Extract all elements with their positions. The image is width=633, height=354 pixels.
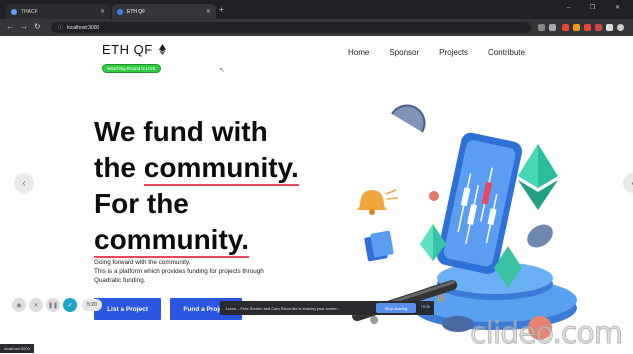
camera-icon[interactable]: ◉ xyxy=(12,298,26,312)
tab-title: THACF xyxy=(21,8,38,15)
carousel-prev-button[interactable]: ‹ xyxy=(14,173,34,193)
logo-text: ETH QF xyxy=(102,42,153,57)
underlined-word: community. xyxy=(143,150,299,186)
window-controls[interactable]: – ❐ ✕ xyxy=(567,4,629,11)
address-bar-row: ← → ↻ ⓘ localhost:3000 xyxy=(0,19,633,36)
stop-sharing-button[interactable]: Stop sharing xyxy=(376,303,416,313)
reload-icon[interactable]: ↻ xyxy=(34,22,41,31)
share-icon[interactable] xyxy=(538,24,545,31)
list-project-button[interactable]: List a Project xyxy=(94,298,161,320)
extension-icon[interactable] xyxy=(584,24,591,31)
tab-bar: THACF ✕ ETH QF ✕ + – ❐ ✕ xyxy=(0,0,633,19)
check-icon[interactable]: ✓ xyxy=(63,298,77,312)
headline-word: the xyxy=(94,152,144,183)
puzzle-icon[interactable] xyxy=(606,24,613,31)
close-tab-icon[interactable]: ✕ xyxy=(206,8,211,15)
star-icon[interactable] xyxy=(549,24,556,31)
forward-icon[interactable]: → xyxy=(20,22,28,31)
pause-icon[interactable]: ❚❚ xyxy=(46,298,60,312)
recording-timer: 5:20 xyxy=(82,299,102,311)
profile-icon[interactable] xyxy=(617,24,624,31)
nav-contribute[interactable]: Contribute xyxy=(488,48,525,57)
browser-window: THACF ✕ ETH QF ✕ + – ❐ ✕ ← → ↻ ⓘ localho… xyxy=(0,0,633,354)
extension-icon[interactable] xyxy=(562,24,569,31)
recorder-controls: ◉ ✕ ❚❚ ✓ 5:20 xyxy=(12,298,102,312)
extension-icon[interactable] xyxy=(573,24,580,31)
description-line: Going forward with the community. xyxy=(94,259,191,266)
bell-icon xyxy=(357,189,399,215)
url-field[interactable]: ⓘ localhost:3000 xyxy=(51,22,531,33)
hero-description: Going forward with the community. This i… xyxy=(94,258,324,285)
nav-projects[interactable]: Projects xyxy=(439,48,468,57)
new-tab-button[interactable]: + xyxy=(219,5,224,14)
info-icon[interactable]: ⓘ xyxy=(58,24,63,31)
extension-icon[interactable] xyxy=(595,24,602,31)
underlined-word: community. xyxy=(94,222,250,258)
mouse-cursor-icon: ↖ xyxy=(219,67,225,74)
close-tab-icon[interactable]: ✕ xyxy=(100,8,105,15)
headline-line-2: the community. xyxy=(94,150,299,186)
favicon-icon xyxy=(11,8,17,15)
browser-tab-active[interactable]: ETH QF ✕ xyxy=(112,4,216,19)
nav-sponsor[interactable]: Sponsor xyxy=(389,48,419,57)
hide-button[interactable]: Hide xyxy=(421,304,430,309)
share-message: Loom – Free Screen and Cam Recorder is s… xyxy=(226,305,339,311)
description-line: This is a platform which provides fundin… xyxy=(94,268,264,275)
url-text: localhost:3000 xyxy=(67,24,100,31)
back-icon[interactable]: ← xyxy=(6,22,14,31)
description-line: Quadratic funding. xyxy=(94,277,146,284)
headline-line-4: community. xyxy=(94,222,299,258)
browser-tab[interactable]: THACF ✕ xyxy=(6,4,110,19)
screen-share-banner: Loom – Free Screen and Cam Recorder is s… xyxy=(220,301,434,315)
site-logo[interactable]: ETH QF Watching Round is LIVE xyxy=(102,42,182,75)
headline-line-1: We fund with xyxy=(94,116,268,147)
tab-title: ETH QF xyxy=(127,8,146,15)
nav-home[interactable]: Home xyxy=(348,48,369,57)
close-icon[interactable]: ✕ xyxy=(29,298,43,312)
live-badge: Watching Round is LIVE xyxy=(102,64,161,73)
ethereum-icon xyxy=(158,44,166,55)
status-url: localhost:3000 xyxy=(0,344,34,353)
watermark: clideo.com xyxy=(469,316,623,352)
ethereum-crystal xyxy=(518,144,558,210)
carousel-next-button[interactable]: ‹ xyxy=(623,173,633,193)
hero-headline: We fund with the community. For the comm… xyxy=(94,114,299,258)
favicon-icon xyxy=(117,8,123,15)
main-nav: Home Sponsor Projects Contribute xyxy=(348,48,525,57)
headline-line-3: For the xyxy=(94,188,189,219)
